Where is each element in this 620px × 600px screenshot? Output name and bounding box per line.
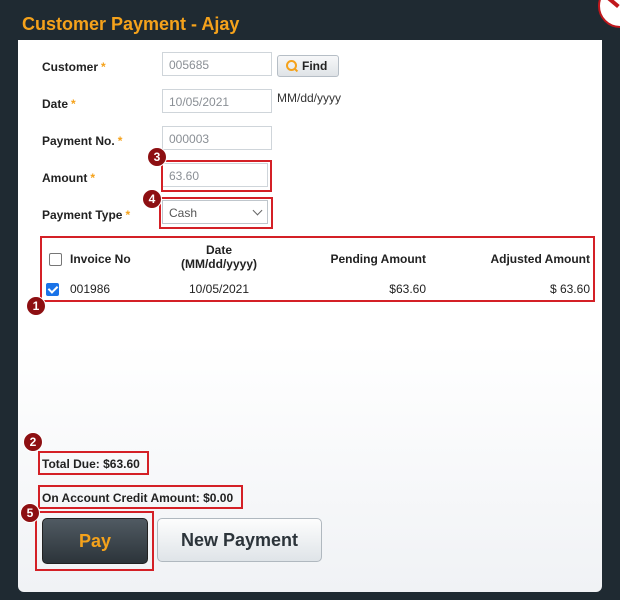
find-button[interactable]: Find — [277, 55, 339, 77]
annotation-box-credit — [38, 485, 243, 509]
annotation-number-3: 3 — [147, 147, 167, 167]
annotation-box-pay — [35, 511, 154, 571]
select-all-checkbox[interactable] — [49, 253, 62, 266]
pending-amount-cell: $63.60 — [389, 282, 426, 296]
search-icon — [286, 60, 297, 71]
close-icon[interactable] — [598, 0, 620, 28]
pending-amount-header: Pending Amount — [330, 252, 426, 266]
amount-label: Amount * — [42, 171, 95, 185]
annotation-box-total-due — [38, 451, 149, 475]
invoice-no-cell: 001986 — [70, 282, 111, 296]
invoice-no-header: Invoice No — [70, 252, 131, 266]
adjusted-amount-header: Adjusted Amount — [490, 252, 590, 266]
annotation-box-amount — [161, 160, 272, 192]
customer-field[interactable]: 005685 — [162, 52, 272, 76]
row-checkbox[interactable] — [46, 283, 59, 296]
window-title: Customer Payment - Ajay — [22, 14, 240, 34]
annotation-number-5: 5 — [20, 503, 40, 523]
date-header: Date (MM/dd/yyyy) — [180, 243, 257, 271]
customer-label: Customer * — [42, 60, 106, 74]
payment-no-field[interactable]: 000003 — [162, 126, 272, 150]
payment-no-label: Payment No. * — [42, 134, 123, 148]
annotation-number-2: 2 — [23, 432, 43, 452]
annotation-number-1: 1 — [26, 296, 46, 316]
date-format-hint: MM/dd/yyyy — [277, 91, 342, 105]
payment-type-label: Payment Type * — [42, 208, 131, 222]
adjusted-amount-cell: $ 63.60 — [549, 282, 590, 296]
annotation-number-4: 4 — [142, 189, 162, 209]
annotation-box-payment-type — [159, 197, 273, 229]
date-cell: 10/05/2021 — [188, 282, 250, 296]
new-payment-button[interactable]: New Payment — [157, 518, 322, 562]
date-field[interactable]: 10/05/2021 — [162, 89, 272, 113]
payment-panel — [18, 40, 602, 592]
date-label: Date * — [42, 97, 76, 111]
